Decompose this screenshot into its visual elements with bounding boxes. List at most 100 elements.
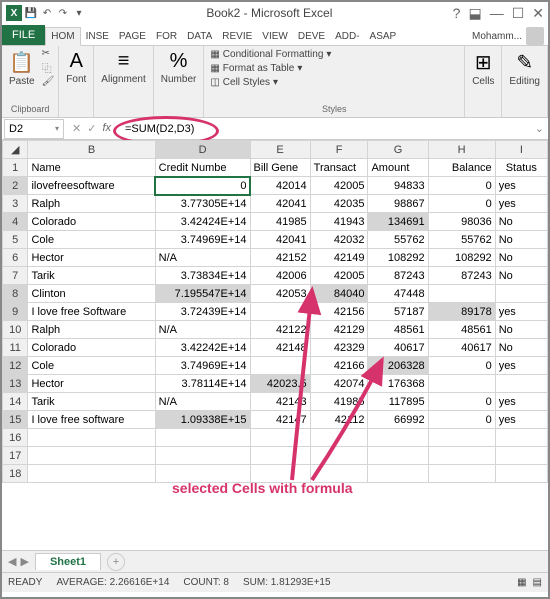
minimize-icon[interactable]: — (490, 5, 504, 21)
account-signin[interactable]: Mohamm... (472, 27, 548, 45)
cell[interactable]: No (495, 213, 547, 231)
cell[interactable]: Hector (28, 249, 155, 267)
cell[interactable]: 42156 (310, 303, 368, 321)
row-header[interactable]: 12 (3, 357, 28, 375)
row-header[interactable]: 1 (3, 159, 28, 177)
tab-review[interactable]: REVIE (217, 28, 257, 45)
cell[interactable] (250, 429, 310, 447)
prev-sheet-icon[interactable]: ◀ (8, 555, 16, 568)
copy-icon[interactable]: ⿻ (42, 60, 55, 75)
row-header[interactable]: 9 (3, 303, 28, 321)
cell[interactable]: Amount (368, 159, 428, 177)
view-page-icon[interactable]: ▤ (533, 577, 542, 588)
row-header[interactable]: 4 (3, 213, 28, 231)
cell[interactable] (250, 357, 310, 375)
tab-insert[interactable]: INSE (81, 28, 114, 45)
spreadsheet-grid[interactable]: ◢ B D E F G H I 1 Name Credit Numbe Bill… (2, 140, 548, 550)
tab-formulas[interactable]: FOR (151, 28, 182, 45)
cut-icon[interactable]: ✂ (42, 48, 55, 59)
cell[interactable]: 48561 (368, 321, 428, 339)
new-sheet-button[interactable]: + (107, 553, 125, 571)
col-header-F[interactable]: F (310, 141, 368, 159)
cell[interactable]: 7.195547E+14 (155, 285, 250, 303)
cell[interactable] (310, 429, 368, 447)
cell[interactable]: 41985 (250, 213, 310, 231)
cell[interactable]: 1.09338E+15 (155, 411, 250, 429)
cell[interactable]: 42035 (310, 195, 368, 213)
row-header[interactable]: 16 (3, 429, 28, 447)
cell[interactable]: 3.77305E+14 (155, 195, 250, 213)
redo-icon[interactable]: ↷ (56, 6, 70, 20)
cell[interactable]: 57187 (368, 303, 428, 321)
cell[interactable] (428, 285, 495, 303)
cell[interactable]: 98867 (368, 195, 428, 213)
cell[interactable]: I love free Software (28, 303, 155, 321)
enter-icon[interactable]: ✓ (87, 122, 96, 135)
cell[interactable]: 42053 (250, 285, 310, 303)
cell[interactable]: 87243 (428, 267, 495, 285)
cell[interactable]: 55762 (368, 231, 428, 249)
cell[interactable]: 42329 (310, 339, 368, 357)
tab-developer[interactable]: DEVE (293, 28, 330, 45)
conditional-formatting-button[interactable]: ▦Conditional Formatting▾ (208, 48, 460, 61)
cell[interactable]: No (495, 231, 547, 249)
cell[interactable]: 42023.5 (250, 375, 310, 393)
cell[interactable]: 0 (428, 357, 495, 375)
cell[interactable]: 42014 (250, 177, 310, 195)
cell[interactable]: No (495, 249, 547, 267)
cell[interactable]: 41985 (310, 393, 368, 411)
alignment-button[interactable]: ≡Alignment (98, 48, 148, 87)
paste-button[interactable]: 📋 Paste (6, 48, 38, 89)
cancel-icon[interactable]: ✕ (72, 122, 81, 135)
cell[interactable] (495, 429, 547, 447)
row-header[interactable]: 13 (3, 375, 28, 393)
cell[interactable] (495, 375, 547, 393)
cell[interactable]: N/A (155, 393, 250, 411)
cell[interactable] (495, 465, 547, 483)
cell[interactable]: 42152 (250, 249, 310, 267)
view-normal-icon[interactable]: ▦ (517, 577, 526, 588)
cell[interactable]: 48561 (428, 321, 495, 339)
cell[interactable] (310, 447, 368, 465)
row-header[interactable]: 17 (3, 447, 28, 465)
row-header[interactable]: 6 (3, 249, 28, 267)
cell[interactable]: Transact (310, 159, 368, 177)
format-as-table-button[interactable]: ▦Format as Table▾ (208, 62, 460, 75)
cell[interactable]: 0 (428, 393, 495, 411)
cell[interactable]: 42032 (310, 231, 368, 249)
cell[interactable] (155, 465, 250, 483)
cell[interactable]: Status (495, 159, 547, 177)
format-painter-icon[interactable]: 🖌 (42, 76, 55, 87)
next-sheet-icon[interactable]: ▶ (20, 555, 28, 568)
cell[interactable]: 0 (155, 177, 250, 195)
tab-page-layout[interactable]: PAGE (114, 28, 151, 45)
cell[interactable] (428, 447, 495, 465)
cell[interactable]: 42074 (310, 375, 368, 393)
qat-dropdown-icon[interactable]: ▾ (72, 6, 86, 20)
cell[interactable]: 108292 (428, 249, 495, 267)
cell[interactable]: yes (495, 357, 547, 375)
col-header-E[interactable]: E (250, 141, 310, 159)
cell[interactable]: 98036 (428, 213, 495, 231)
cell[interactable]: 42005 (310, 267, 368, 285)
cell[interactable]: 89178 (428, 303, 495, 321)
cell[interactable] (155, 447, 250, 465)
tab-view[interactable]: VIEW (257, 28, 293, 45)
cell[interactable]: Cole (28, 357, 155, 375)
name-box[interactable]: D2▾ (4, 119, 64, 139)
cell[interactable]: Credit Numbe (155, 159, 250, 177)
row-header[interactable]: 7 (3, 267, 28, 285)
cell[interactable]: 42147 (250, 411, 310, 429)
cell-styles-button[interactable]: ◫Cell Styles▾ (208, 76, 460, 89)
tab-home[interactable]: HOM (45, 27, 80, 46)
sheet-nav[interactable]: ◀▶ (2, 555, 35, 568)
row-header[interactable]: 18 (3, 465, 28, 483)
cell[interactable] (368, 465, 428, 483)
col-header-G[interactable]: G (368, 141, 428, 159)
help-icon[interactable]: ? (453, 5, 461, 21)
cell[interactable]: yes (495, 195, 547, 213)
cell[interactable]: Tarik (28, 393, 155, 411)
cell[interactable]: 0 (428, 411, 495, 429)
cell[interactable]: 3.74969E+14 (155, 357, 250, 375)
cell[interactable]: ilovefreesoftware (28, 177, 155, 195)
